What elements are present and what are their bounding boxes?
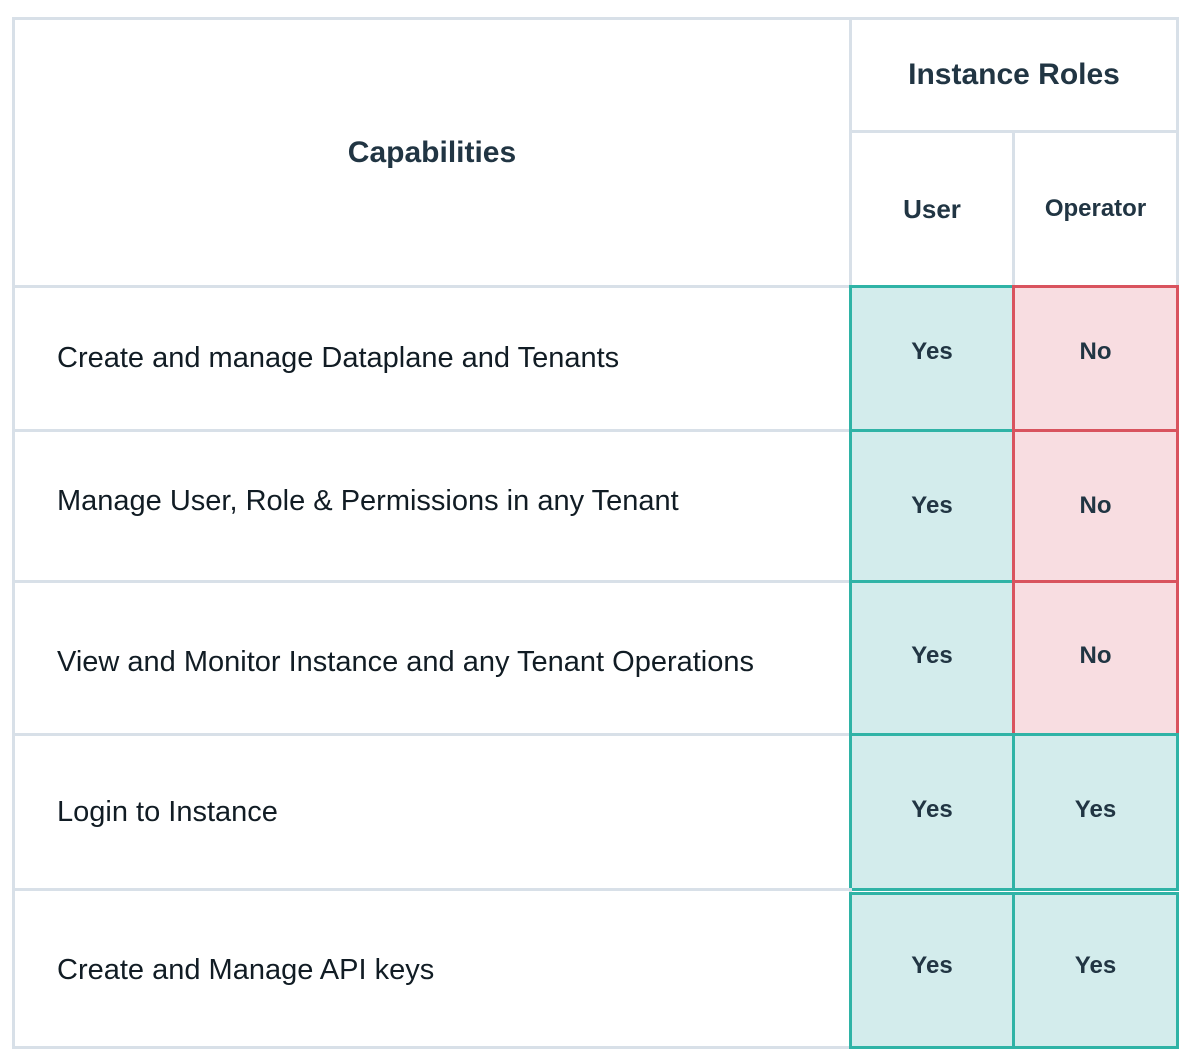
row-2-operator-permission: No (1012, 429, 1179, 583)
capability-row-5: Create and Manage API keys (12, 888, 852, 1049)
row-4-operator-permission: Yes (1012, 733, 1179, 891)
role-header-operator: Operator (1012, 130, 1179, 288)
capability-row-3: View and Monitor Instance and any Tenant… (12, 580, 852, 736)
role-header-operator-label: Operator (1044, 195, 1147, 222)
permission-value: Yes (911, 337, 953, 365)
capability-row-1: Create and manage Dataplane and Tenants (12, 285, 852, 432)
capabilities-roles-table: Capabilities Instance Roles User Operato… (12, 17, 1179, 1049)
row-4-user-permission: Yes (849, 733, 1015, 891)
role-header-user: User (849, 130, 1015, 288)
permission-value: Yes (911, 951, 953, 979)
instance-roles-header: Instance Roles (849, 17, 1179, 133)
capabilities-header-label: Capabilities (347, 135, 517, 169)
role-header-user-label: User (903, 193, 961, 224)
permission-value: Yes (911, 492, 953, 519)
row-2-user-permission: Yes (849, 429, 1015, 583)
permission-value: No (1079, 492, 1112, 519)
capability-label: Create and Manage API keys (57, 954, 435, 986)
permission-value: Yes (1074, 796, 1117, 823)
capabilities-header: Capabilities (12, 17, 852, 288)
capability-label: Create and manage Dataplane and Tenants (57, 342, 620, 374)
capability-label: View and Monitor Instance and any Tenant… (57, 645, 754, 678)
capability-row-4: Login to Instance (12, 733, 852, 891)
capability-label: Manage User, Role & Permissions in any T… (57, 484, 679, 517)
permission-value: Yes (1074, 951, 1117, 979)
row-5-user-permission: Yes (849, 892, 1015, 1049)
permission-value: No (1079, 337, 1112, 365)
capability-row-2: Manage User, Role & Permissions in any T… (12, 429, 852, 583)
capability-label: Login to Instance (57, 795, 278, 828)
row-1-user-permission: Yes (849, 285, 1015, 432)
row-1-operator-permission: No (1012, 285, 1179, 432)
row-3-user-permission: Yes (849, 580, 1015, 736)
permission-value: Yes (911, 796, 953, 823)
instance-roles-header-label: Instance Roles (908, 58, 1120, 91)
row-5-operator-permission: Yes (1012, 892, 1179, 1049)
row-3-operator-permission: No (1012, 580, 1179, 736)
permission-value: Yes (911, 642, 953, 669)
permission-value: No (1079, 642, 1112, 669)
